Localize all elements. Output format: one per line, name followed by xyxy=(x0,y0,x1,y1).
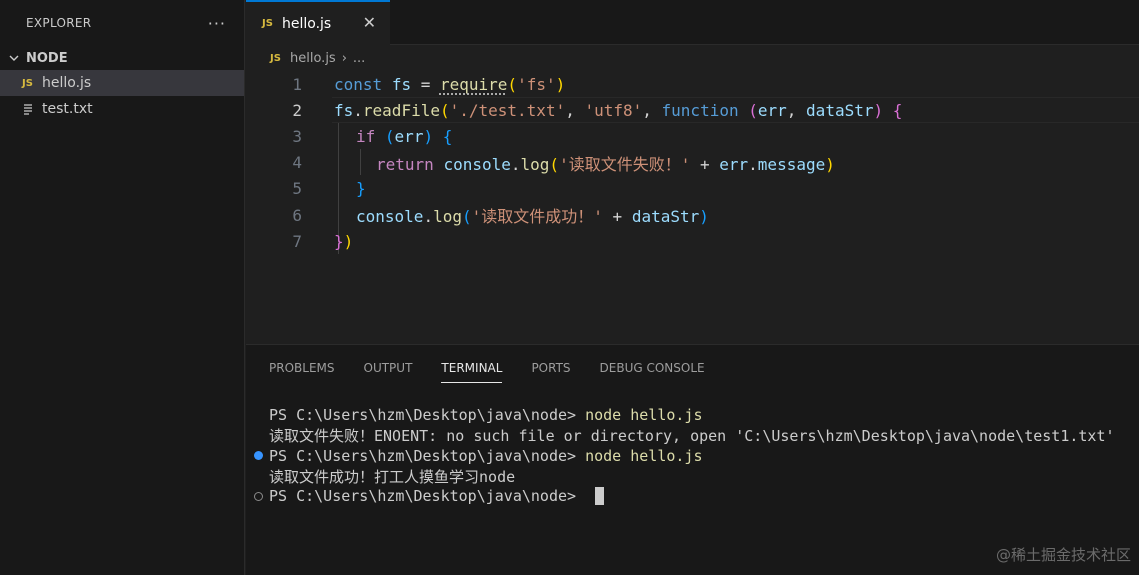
explorer-sidebar: EXPLORER ··· NODE JS hello.js test.txt xyxy=(0,0,245,575)
terminal-line: 读取文件成功！打工人摸鱼学习node xyxy=(269,467,516,486)
line-number: 1 xyxy=(292,74,302,94)
line-number: 4 xyxy=(292,153,302,173)
folder-label: NODE xyxy=(26,50,68,66)
code-line[interactable]: 2 fs.readFile('./test.txt', 'utf8', func… xyxy=(246,97,1139,123)
code-line[interactable]: 7 }) xyxy=(246,228,1139,254)
code-line[interactable]: 4 return console.log('读取文件失败！' + err.mes… xyxy=(246,150,1139,176)
breadcrumb-separator-icon: › xyxy=(341,50,347,66)
panel-tabs: PROBLEMS OUTPUT TERMINAL PORTS DEBUG CON… xyxy=(246,345,1139,390)
breadcrumb: JS hello.js › ... xyxy=(246,45,1139,71)
text-file-icon xyxy=(22,103,42,115)
tab-label: hello.js xyxy=(282,15,332,32)
line-number: 7 xyxy=(292,231,302,251)
code-text: if (err) { xyxy=(356,126,453,146)
file-item-hello-js[interactable]: JS hello.js xyxy=(0,70,244,96)
tab-output[interactable]: OUTPUT xyxy=(364,345,413,390)
breadcrumb-rest[interactable]: ... xyxy=(353,51,365,66)
terminal-cursor xyxy=(595,487,605,506)
code-text: } xyxy=(356,179,366,199)
file-label: test.txt xyxy=(42,101,93,117)
terminal-line: PS C:\Users\hzm\Desktop\java\node> node … xyxy=(254,446,1115,466)
code-text: fs.readFile('./test.txt', 'utf8', functi… xyxy=(334,100,903,120)
line-number: 6 xyxy=(292,205,302,225)
line-number: 5 xyxy=(292,179,302,199)
tab-ports[interactable]: PORTS xyxy=(531,345,570,390)
tab-problems[interactable]: PROBLEMS xyxy=(269,345,335,390)
line-number: 2 xyxy=(292,100,302,120)
chevron-down-icon xyxy=(9,55,19,61)
terminal-line: PS C:\Users\hzm\Desktop\java\node> node … xyxy=(269,406,703,425)
file-label: hello.js xyxy=(42,75,92,91)
tab-terminal[interactable]: TERMINAL xyxy=(441,345,503,390)
bottom-panel: PROBLEMS OUTPUT TERMINAL PORTS DEBUG CON… xyxy=(246,344,1139,575)
code-text: return console.log('读取文件失败！' + err.messa… xyxy=(376,154,835,174)
folder-node[interactable]: NODE xyxy=(0,46,244,70)
terminal-line: PS C:\Users\hzm\Desktop\java\node> xyxy=(254,486,1115,506)
close-icon[interactable]: ✕ xyxy=(363,13,376,32)
explorer-title: EXPLORER xyxy=(26,16,92,30)
terminal-line: 读取文件失败！ENOENT: no such file or directory… xyxy=(269,426,1115,445)
watermark: @稀土掘金技术社区 xyxy=(995,546,1131,564)
code-line[interactable]: 3 if (err) { xyxy=(246,123,1139,149)
js-file-icon: JS xyxy=(270,52,281,64)
code-editor[interactable]: 1 const fs = require('fs') 2 fs.readFile… xyxy=(246,71,1139,254)
explorer-header: EXPLORER ··· xyxy=(0,0,244,46)
tab-hello-js[interactable]: JS hello.js ✕ xyxy=(246,0,390,45)
js-file-icon: JS xyxy=(262,18,273,29)
editor-area: JS hello.js ✕ JS hello.js › ... 1 const … xyxy=(246,0,1139,344)
file-item-test-txt[interactable]: test.txt xyxy=(0,96,244,122)
line-number: 3 xyxy=(292,126,302,146)
terminal-output[interactable]: PS C:\Users\hzm\Desktop\java\node> node … xyxy=(254,405,1115,506)
breadcrumb-file[interactable]: hello.js xyxy=(290,51,336,66)
code-text: console.log('读取文件成功！' + dataStr) xyxy=(356,207,709,227)
code-line[interactable]: 6 console.log('读取文件成功！' + dataStr) xyxy=(246,202,1139,228)
command-status-icon[interactable] xyxy=(254,451,263,461)
editor-tabbar: JS hello.js ✕ xyxy=(246,0,1139,45)
code-text: const fs = require('fs') xyxy=(334,74,566,94)
tab-debug-console[interactable]: DEBUG CONSOLE xyxy=(600,345,705,390)
code-line[interactable]: 5 } xyxy=(246,176,1139,202)
more-actions-icon[interactable]: ··· xyxy=(208,14,226,33)
code-text: }) xyxy=(334,231,354,251)
code-line[interactable]: 1 const fs = require('fs') xyxy=(246,71,1139,97)
js-file-icon: JS xyxy=(22,77,33,89)
command-status-icon[interactable] xyxy=(254,491,263,501)
